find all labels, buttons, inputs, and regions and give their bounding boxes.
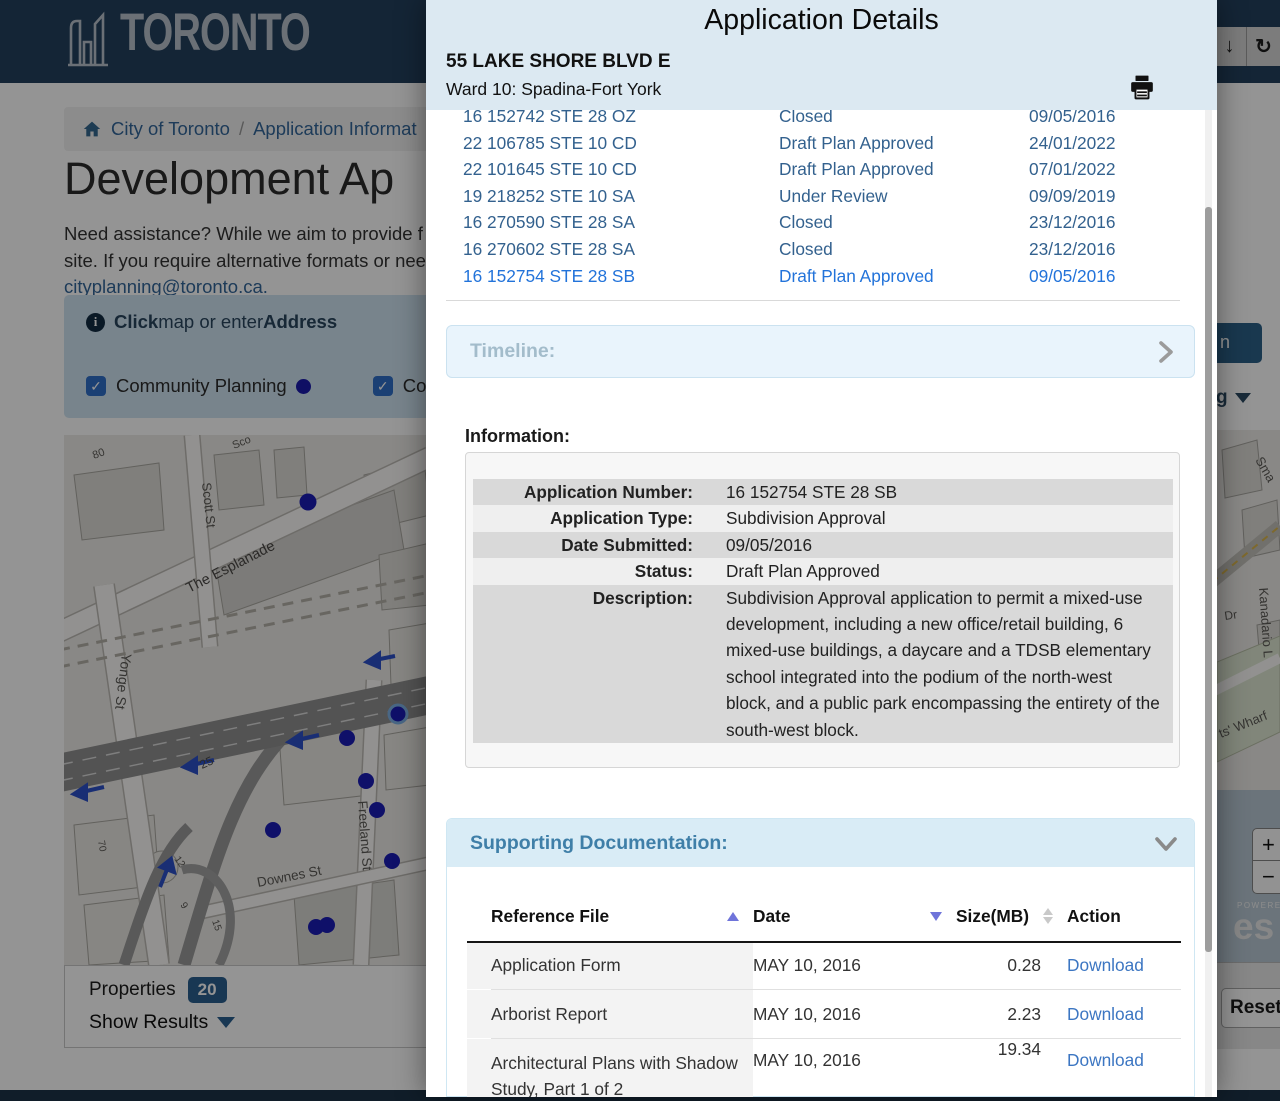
info-row: Application Number: 16 152754 STE 28 SB [473,479,1173,505]
column-action: Action [1067,906,1181,927]
column-date[interactable]: Date [753,906,956,927]
document-size: 0.28 [956,955,1067,976]
info-row: Application Type: Subdivision Approval [473,505,1173,531]
modal-ward: Ward 10: Spadina-Fort York [446,79,661,100]
download-link[interactable]: Download [1067,1004,1144,1024]
application-date: 23/12/2016 [1029,209,1116,236]
application-row-selected[interactable]: 16 152754 STE 28 SB Draft Plan Approved … [426,263,1217,290]
timeline-section[interactable]: Timeline: [446,325,1195,378]
document-name: Arborist Report [467,990,753,1038]
info-label: Status: [473,558,726,584]
information-panel: Application Number: 16 152754 STE 28 SB … [465,452,1180,768]
supporting-documentation-header[interactable]: Supporting Documentation: [447,819,1194,867]
application-date: 24/01/2022 [1029,130,1116,157]
info-value: 09/05/2016 [726,532,1161,558]
application-status: Under Review [779,183,888,210]
print-button[interactable] [1129,74,1155,100]
application-date: 09/09/2019 [1029,183,1116,210]
document-date: MAY 10, 2016 [753,993,956,1036]
document-size: 2.23 [956,1004,1067,1025]
document-name: Architectural Plans with Shadow Study, P… [467,1039,753,1097]
screen: TORONTO ↓ ↻ City of Toronto / Applicatio… [0,0,1280,1101]
application-row[interactable]: 16 270590 STE 28 SA Closed 23/12/2016 [426,209,1217,236]
application-number[interactable]: 16 270590 STE 28 SA [463,209,635,236]
application-date: 23/12/2016 [1029,236,1116,263]
modal-address: 55 LAKE SHORE BLVD E [446,51,671,73]
application-list: 16 152742 STE 28 OZ Closed 09/05/2016 22… [426,103,1217,289]
application-date: 07/01/2022 [1029,156,1116,183]
modal-scrollbar-thumb[interactable] [1205,207,1212,952]
application-status: Closed [779,209,833,236]
column-label: Action [1067,906,1121,927]
application-row[interactable]: 22 101645 STE 10 CD Draft Plan Approved … [426,156,1217,183]
info-value: Subdivision Approval [726,505,1161,531]
column-size[interactable]: Size(MB) [956,906,1067,927]
application-status: Draft Plan Approved [779,156,934,183]
modal-header: Application Details 55 LAKE SHORE BLVD E… [426,0,1217,110]
info-row: Date Submitted: 09/05/2016 [473,532,1173,558]
sort-asc-icon [727,912,739,921]
document-size: 19.34 [956,1039,1067,1060]
document-name: Application Form [467,941,753,989]
document-row: Application Form MAY 10, 2016 0.28 Downl… [491,941,1181,990]
application-number[interactable]: 19 218252 STE 10 SA [463,183,635,210]
application-number[interactable]: 16 270602 STE 28 SA [463,236,635,263]
application-number[interactable]: 22 101645 STE 10 CD [463,156,637,183]
application-status: Draft Plan Approved [779,130,934,157]
download-link[interactable]: Download [1067,955,1144,975]
application-status: Closed [779,236,833,263]
info-label: Date Submitted: [473,532,726,558]
application-row[interactable]: 19 218252 STE 10 SA Under Review 09/09/2… [426,183,1217,210]
info-row: Status: Draft Plan Approved [473,558,1173,584]
info-label: Application Type: [473,505,726,531]
sort-both-icon [1043,908,1053,924]
information-heading: Information: [465,426,570,447]
chevron-right-icon [1158,340,1174,364]
list-divider [446,300,1180,301]
download-link[interactable]: Download [1067,1050,1144,1070]
application-number[interactable]: 22 106785 STE 10 CD [463,130,637,157]
column-label: Reference File [491,906,609,927]
application-details-modal: 16 152742 STE 28 OZ Closed 09/05/2016 22… [426,0,1217,1097]
application-date: 09/05/2016 [1029,263,1116,290]
column-label: Size(MB) [956,906,1029,927]
chevron-down-icon [1154,836,1178,852]
application-row[interactable]: 22 106785 STE 10 CD Draft Plan Approved … [426,130,1217,157]
info-value: Subdivision Approval application to perm… [726,585,1161,743]
info-value: 16 152754 STE 28 SB [726,479,1161,505]
column-label: Date [753,906,790,927]
table-header-rule [467,941,1181,943]
application-status: Draft Plan Approved [779,263,934,290]
document-row: Arborist Report MAY 10, 2016 2.23 Downlo… [491,990,1181,1039]
info-label: Application Number: [473,479,726,505]
document-date: MAY 10, 2016 [753,944,956,987]
supporting-documentation-title: Supporting Documentation: [470,819,728,867]
document-row: Architectural Plans with Shadow Study, P… [491,1039,1181,1097]
document-date: MAY 10, 2016 [753,1039,956,1082]
application-number[interactable]: 16 152754 STE 28 SB [463,263,635,290]
documents-table: Reference File Date Size(MB) Action [491,891,1181,1097]
column-reference-file[interactable]: Reference File [491,906,753,927]
information-table: Application Number: 16 152754 STE 28 SB … [473,479,1173,743]
application-row[interactable]: 16 270602 STE 28 SA Closed 23/12/2016 [426,236,1217,263]
info-value: Draft Plan Approved [726,558,1161,584]
info-row-description: Description: Subdivision Approval applic… [473,585,1173,743]
supporting-documentation-section: Supporting Documentation: Reference File… [446,818,1195,1097]
modal-title: Application Details [426,4,1217,37]
timeline-label: Timeline: [470,326,555,377]
sort-desc-icon [930,912,942,921]
info-label: Description: [473,585,726,743]
documents-table-header: Reference File Date Size(MB) Action [491,891,1181,941]
